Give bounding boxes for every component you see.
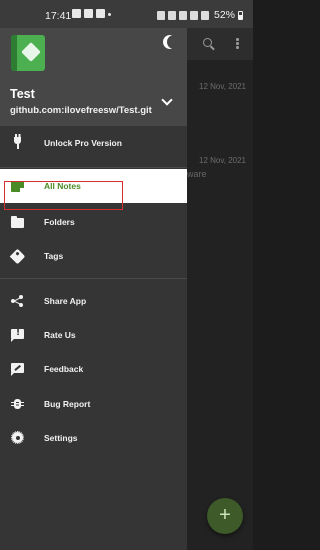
moon-icon [167, 35, 181, 49]
mail-notification-icon [96, 9, 105, 18]
more-notifications-icon [108, 13, 111, 16]
menu-item-label: Folders [44, 217, 75, 227]
rate-icon [11, 328, 24, 342]
more-options-icon[interactable] [236, 38, 239, 50]
note-date: 12 Nov, 2021 [199, 156, 246, 165]
image-notification-icon [84, 9, 93, 18]
status-time: 17:41 [45, 10, 72, 22]
drawer-header: Test github.com:ilovefreesw/Test.git [0, 28, 187, 126]
search-icon[interactable] [203, 38, 212, 47]
add-note-button[interactable]: + [207, 498, 243, 534]
menu-item-label: Tags [44, 251, 64, 261]
tag-icon [9, 248, 26, 265]
menu-item-folders[interactable]: Folders [0, 205, 187, 239]
menu-item-label: Unlock Pro Version [44, 138, 122, 148]
volte-icon [189, 10, 198, 20]
menu-item-bug-report[interactable]: Bug Report [0, 387, 187, 421]
bug-icon [11, 398, 24, 410]
menu-item-share-app[interactable]: Share App [0, 284, 187, 318]
battery-percent: 52% [213, 9, 235, 21]
notification-icon [72, 9, 81, 18]
plug-icon [11, 134, 24, 149]
battery-icon [238, 10, 243, 20]
folders-highlight-box [4, 181, 123, 210]
menu-item-label: Feedback [44, 364, 84, 374]
menu-item-label: Settings [44, 433, 78, 443]
menu-divider [0, 278, 187, 279]
signal-icon [200, 10, 209, 20]
repo-name: Test [10, 87, 35, 101]
menu-item-label: Bug Report [44, 399, 91, 409]
wifi-icon [178, 10, 187, 20]
gear-icon [11, 431, 24, 444]
menu-item-tags[interactable]: Tags [0, 239, 187, 273]
share-icon [11, 295, 24, 307]
menu-item-settings[interactable]: Settings [0, 421, 187, 455]
menu-divider [0, 167, 187, 168]
notification-icons [72, 9, 111, 18]
status-bar: 17:41 52% [0, 0, 253, 28]
menu-item-rate-us[interactable]: Rate Us [0, 318, 187, 352]
feedback-icon [11, 363, 24, 376]
folder-icon [11, 216, 24, 228]
note-snippet: ware [187, 169, 207, 179]
menu-item-label: Share App [44, 296, 87, 306]
menu-item-label: Rate Us [44, 330, 76, 340]
menu-item-feedback[interactable]: Feedback [0, 352, 187, 386]
note-date: 12 Nov, 2021 [199, 82, 246, 91]
expand-repos-button[interactable] [160, 95, 174, 109]
app-logo-icon [11, 35, 45, 71]
dark-mode-toggle[interactable] [161, 34, 179, 52]
system-icons: 52% [156, 9, 243, 21]
mute-icon [167, 10, 176, 20]
menu-item-unlock-pro[interactable]: Unlock Pro Version [0, 126, 187, 160]
navigation-drawer: Test github.com:ilovefreesw/Test.git Unl… [0, 28, 187, 550]
repo-url: github.com:ilovefreesw/Test.git [10, 105, 152, 116]
alarm-icon [156, 10, 165, 20]
